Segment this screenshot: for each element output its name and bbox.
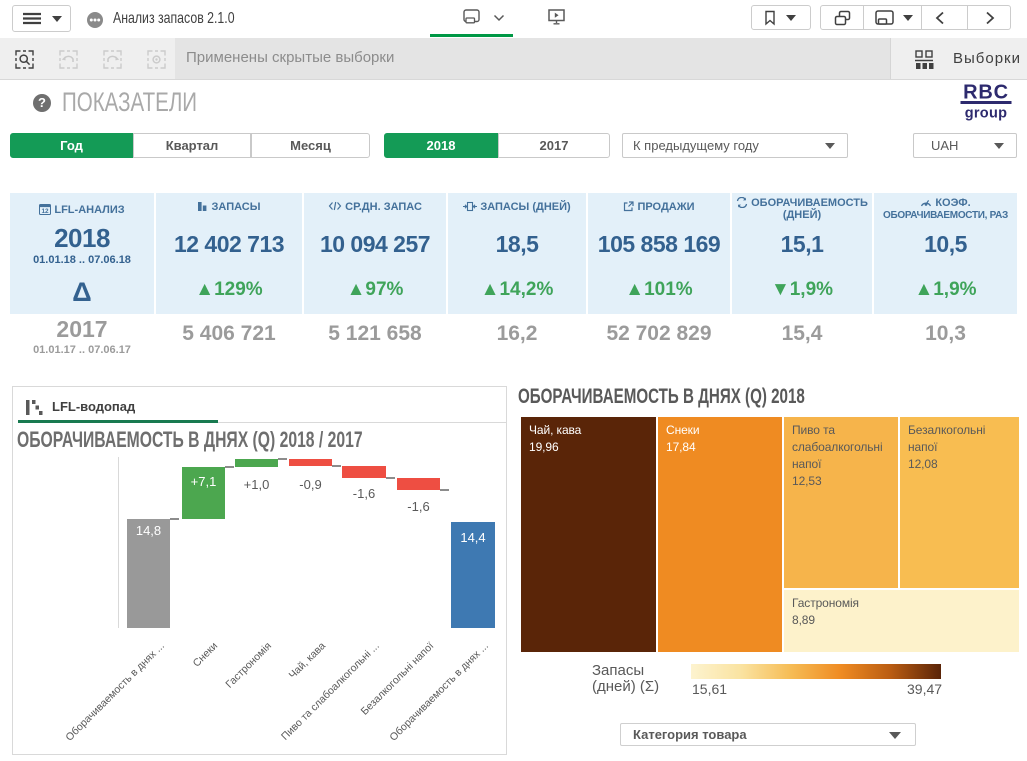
svg-text:RBC: RBC xyxy=(963,82,1009,104)
svg-text:group: group xyxy=(965,106,1008,122)
svg-text:12: 12 xyxy=(42,208,50,215)
